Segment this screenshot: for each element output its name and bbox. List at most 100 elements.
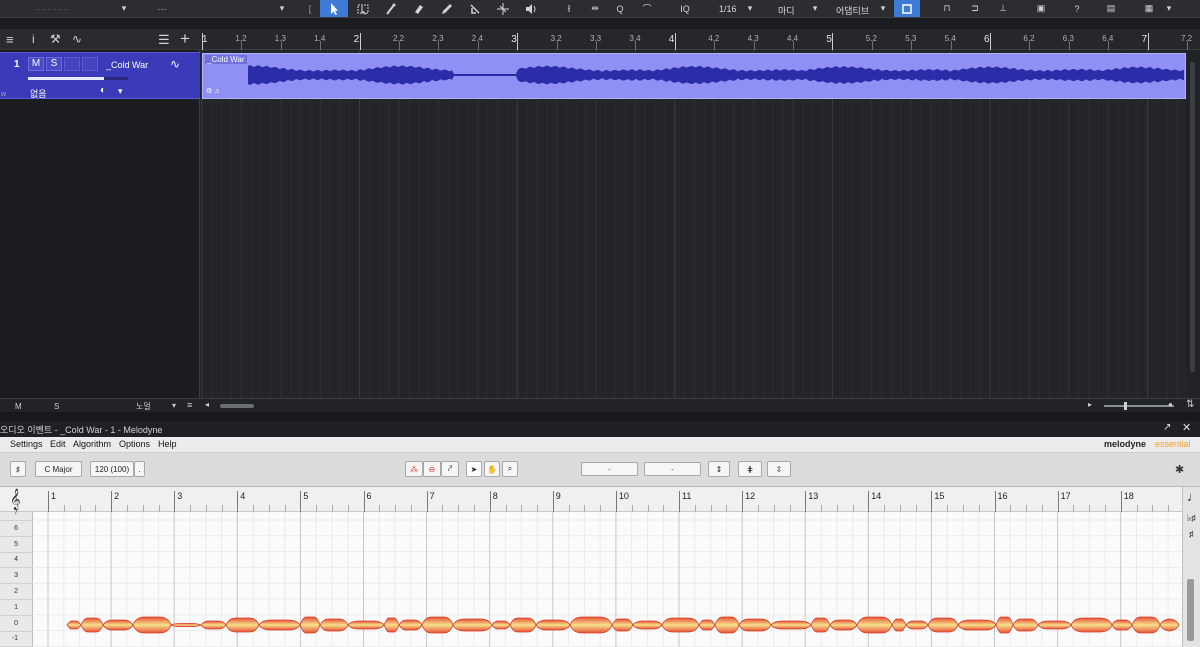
menu-edit[interactable]: Edit [50, 439, 66, 449]
note-blob[interactable] [927, 617, 959, 633]
note-blob[interactable] [299, 616, 321, 634]
note-blob[interactable] [1070, 617, 1113, 633]
automation-icon[interactable]: ∿ [72, 32, 82, 46]
note-blob[interactable] [258, 619, 301, 631]
zoom-handle[interactable] [1124, 402, 1127, 410]
main-tool-button[interactable]: ➤ [466, 461, 482, 477]
note-blob[interactable] [905, 620, 929, 630]
note-blob[interactable] [319, 618, 349, 632]
track-list-icon[interactable]: ☰ [158, 32, 170, 48]
snap-grid-icon[interactable]: ⫲ [560, 0, 578, 17]
track-row[interactable]: 1 M S _Cold War ∿ 없음 ◐ ▾ w [0, 52, 200, 99]
bend-tool-button[interactable] [492, 0, 514, 17]
amplitude-tool-button[interactable]: ⊖ [423, 461, 441, 477]
pitch-quantize-button[interactable]: ⇕ [708, 461, 730, 477]
vertical-scroll-thumb[interactable] [1187, 579, 1194, 641]
scroll-left-icon[interactable]: ◂ [205, 400, 209, 409]
scroll-thumb[interactable] [1190, 62, 1195, 372]
chevron-down-icon[interactable]: ▾ [878, 0, 888, 17]
chevron-down-icon[interactable]: ▾ [172, 401, 176, 410]
note-blob[interactable] [347, 620, 385, 630]
chevron-down-icon[interactable]: ▾ [745, 0, 755, 17]
range-tool-button[interactable] [352, 0, 374, 17]
note-blob[interactable] [509, 617, 537, 633]
note-blob[interactable] [80, 617, 104, 633]
note-blob[interactable] [569, 616, 613, 634]
tempo-field[interactable]: 120 (100) [90, 461, 134, 477]
snap-events-icon[interactable]: ⇹ [586, 0, 604, 17]
monitor-button[interactable] [82, 57, 98, 71]
edit-tool-a-icon[interactable]: ⊓ [936, 0, 958, 17]
note-blob[interactable] [398, 619, 423, 631]
view-icon[interactable]: ▣ [1030, 0, 1052, 17]
note-blob[interactable] [452, 618, 493, 632]
record-button[interactable] [64, 57, 80, 71]
note-blob[interactable] [132, 616, 172, 634]
track-name[interactable]: _Cold War [106, 60, 148, 70]
note-blob[interactable] [632, 620, 663, 630]
chevron-down-icon[interactable]: ▾ [810, 0, 820, 17]
note-blob[interactable] [995, 616, 1014, 634]
settings-icon[interactable]: ✱ [1175, 463, 1184, 476]
quantize-value[interactable]: 1/16 [719, 4, 737, 14]
vertical-scrollbar[interactable] [1186, 50, 1200, 398]
dropdown-arrow-icon[interactable]: ▾ [118, 0, 130, 17]
eraser-tool-button[interactable] [408, 0, 430, 17]
snap-mode-value[interactable]: 어댑티브 [836, 4, 869, 17]
note-blob[interactable] [738, 618, 772, 632]
note-blob[interactable] [102, 619, 134, 631]
tempo-dropdown[interactable]: . [134, 461, 145, 477]
note-blob[interactable] [856, 616, 893, 634]
timeline-ruler[interactable]: 1 1.2 1.3 1.4 2 2.2 2.3 2.4 3 3.2 3.3 3.4 4 4.2 4.3 4.4… [200, 29, 1200, 50]
treble-clef-icon[interactable]: 𝄞 [10, 489, 21, 510]
audio-clip[interactable]: _Cold War ⚙ ♫ [202, 53, 1186, 99]
note-blob[interactable] [200, 620, 227, 630]
info-field-1[interactable]: - [581, 462, 638, 476]
note-blob[interactable] [1037, 620, 1072, 630]
scroll-right-icon[interactable]: ▸ [1088, 400, 1092, 409]
grid-button[interactable]: ▦ [1136, 0, 1162, 17]
chevron-down-icon[interactable]: ▾ [118, 86, 123, 97]
align-button[interactable]: ⇳ [767, 461, 791, 477]
note-blob[interactable] [611, 618, 634, 632]
film-icon[interactable]: ▤ [1100, 0, 1122, 17]
time-quantize-button[interactable]: ⋕ [738, 461, 762, 477]
info-field-2[interactable]: - [644, 462, 701, 476]
edit-tool-c-icon[interactable]: ⊥ [992, 0, 1014, 17]
quantize-icon[interactable]: Q [612, 0, 628, 17]
pointer-tool-button[interactable] [320, 0, 348, 17]
footer-solo-label[interactable]: S [54, 402, 59, 411]
transport-icon[interactable]: ♯ [10, 461, 26, 477]
dropdown-arrow-icon[interactable]: ▾ [276, 0, 288, 17]
volume-slider[interactable] [28, 77, 128, 80]
pitch-tool-button[interactable]: ⁂ [405, 461, 423, 477]
close-icon[interactable]: ✕ [1182, 421, 1191, 434]
chevron-down-icon[interactable]: ▾ [1164, 0, 1174, 17]
snap-toggle-button[interactable] [894, 0, 920, 17]
panel-divider[interactable] [0, 412, 1200, 421]
note-blob[interactable] [698, 619, 716, 631]
note-blob[interactable] [491, 620, 511, 630]
note-blob[interactable] [829, 619, 858, 631]
menu-settings[interactable]: Settings [10, 439, 43, 449]
zoom-tool-button[interactable]: ⌕ [502, 461, 518, 477]
footer-mute-label[interactable]: M [15, 402, 22, 411]
menu-icon[interactable]: ≡ [6, 32, 14, 47]
note-blob[interactable] [535, 619, 571, 631]
zoom-knob-icon[interactable]: ● [1168, 400, 1173, 409]
note-blob[interactable] [891, 618, 907, 632]
note-blob[interactable] [1111, 619, 1133, 631]
expand-icon[interactable]: ↗ [1163, 422, 1171, 433]
note-blob[interactable] [225, 617, 260, 633]
note-blob[interactable] [66, 620, 82, 630]
note-blob[interactable] [714, 616, 740, 634]
layer-mode[interactable]: 노멀 [136, 401, 151, 412]
note-blob[interactable] [810, 617, 831, 633]
split-tool-button[interactable] [380, 0, 402, 17]
menu-options[interactable]: Options [119, 439, 150, 449]
note-blob[interactable] [1012, 618, 1039, 632]
note-blob[interactable] [957, 619, 997, 631]
input-select[interactable]: 없음 [30, 87, 47, 100]
note-blob[interactable] [421, 616, 454, 634]
horizontal-scroll-thumb[interactable] [220, 404, 254, 408]
